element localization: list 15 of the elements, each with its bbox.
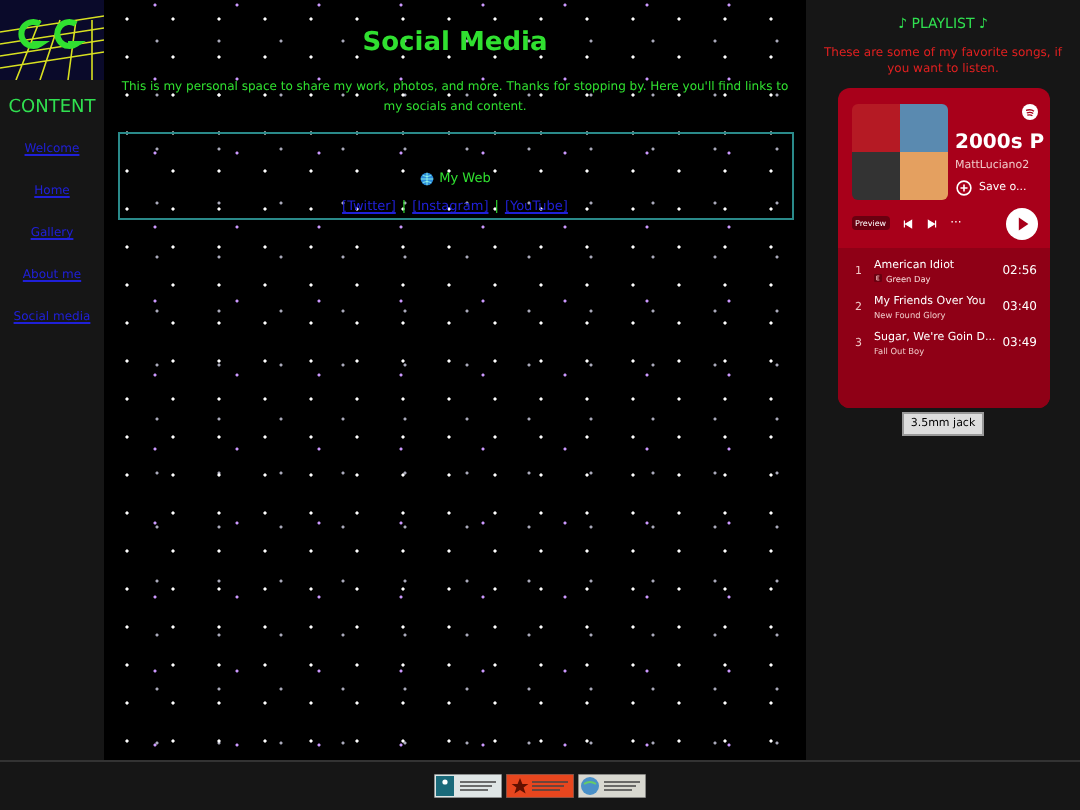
globe-icon — [419, 171, 434, 186]
globe-badge-icon[interactable] — [578, 774, 646, 798]
star-badge-icon[interactable] — [506, 774, 574, 798]
playlist-title: 2000s P — [955, 131, 1047, 154]
explicit-icon — [874, 274, 882, 283]
page-title: Social Media — [362, 28, 548, 58]
add-icon[interactable] — [955, 179, 971, 196]
logo-icon — [0, 0, 104, 80]
skip-back-icon[interactable] — [902, 217, 915, 230]
sound-waves-icon — [1021, 103, 1037, 120]
album-cover-collage — [851, 103, 947, 200]
sidebar-heading: CONTENT — [8, 98, 96, 118]
skip-forward-icon[interactable] — [926, 217, 939, 230]
wheelchair-badge-icon[interactable] — [434, 774, 502, 798]
play-button[interactable] — [1005, 207, 1037, 240]
